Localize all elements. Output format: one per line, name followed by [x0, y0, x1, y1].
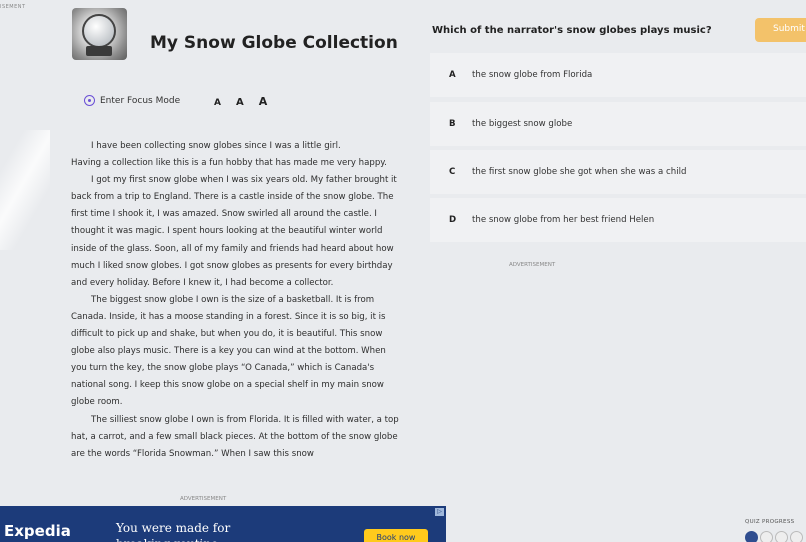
story-thumbnail-image [72, 8, 127, 60]
story-paragraph: Having a collection like this is a fun h… [71, 158, 387, 169]
eye-icon [84, 95, 95, 106]
ad-label: ADVERTISEMENT [180, 496, 227, 502]
ad-choices-icon[interactable]: ▷ [435, 508, 444, 516]
font-size-controls: A A A [214, 95, 267, 108]
font-size-large-button[interactable]: A [259, 95, 268, 108]
option-letter: A [449, 70, 456, 80]
answer-option-b[interactable]: B the biggest snow globe [430, 102, 806, 146]
top-ad-label: ISEMENT [0, 4, 26, 10]
option-text: the snow globe from her best friend Hele… [472, 215, 655, 225]
progress-dot [745, 531, 758, 542]
option-text: the first snow globe she got when she wa… [472, 167, 687, 177]
option-letter: D [449, 215, 457, 225]
answer-option-c[interactable]: C the first snow globe she got when she … [430, 150, 806, 194]
progress-dot [775, 531, 788, 542]
answer-option-d[interactable]: D the snow globe from her best friend He… [430, 198, 806, 242]
option-text: the snow globe from Florida [472, 70, 593, 80]
story-paragraph: I got my first snow globe when I was six… [71, 175, 397, 288]
quiz-progress-label: QUIZ PROGRESS [745, 519, 795, 525]
option-text: the biggest snow globe [472, 119, 573, 129]
story-title: My Snow Globe Collection [150, 33, 398, 53]
option-letter: B [449, 119, 456, 129]
progress-dot [790, 531, 803, 542]
submit-button[interactable]: Submit [755, 18, 806, 42]
focus-mode-button[interactable]: Enter Focus Mode [84, 95, 180, 106]
option-letter: C [449, 167, 456, 177]
story-paragraph: The biggest snow globe I own is the size… [71, 294, 386, 408]
progress-dot [760, 531, 773, 542]
story-paragraph: I have been collecting snow globes since… [91, 141, 341, 151]
decorative-glare [0, 130, 50, 250]
answer-option-a[interactable]: A the snow globe from Florida [430, 53, 806, 97]
font-size-medium-button[interactable]: A [236, 97, 244, 108]
ad-book-now-button[interactable]: Book now [364, 529, 428, 542]
quiz-question: Which of the narrator's snow globes play… [432, 25, 712, 36]
quiz-progress-indicator [745, 531, 803, 542]
snow-globe-icon [82, 14, 116, 48]
ad-label: ADVERTISEMENT [509, 262, 556, 268]
story-text: I have been collecting snow globes since… [71, 138, 401, 463]
focus-mode-label: Enter Focus Mode [100, 95, 181, 106]
font-size-small-button[interactable]: A [214, 98, 221, 108]
ad-brand-logo: Expedia [4, 522, 71, 540]
ad-headline: You were made for breaking routine [116, 521, 231, 542]
story-paragraph: The silliest snow globe I own is from Fl… [71, 414, 399, 459]
ad-banner[interactable]: ▷ Expedia You were made for breaking rou… [0, 506, 446, 542]
